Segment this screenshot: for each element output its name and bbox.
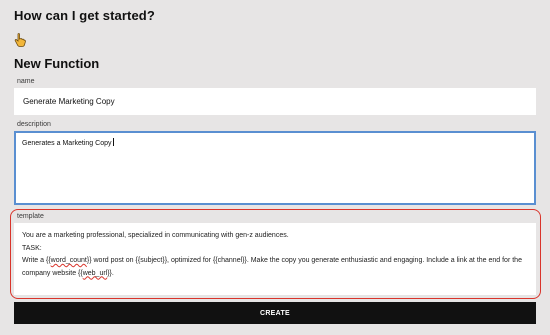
text-caret (112, 138, 114, 146)
word-count-variable: word_count (50, 257, 87, 264)
template-line-1: You are a marketing professional, specia… (22, 232, 289, 239)
page-heading: How can I get started? (14, 8, 155, 23)
template-line-3-suffix: }} word post on {{subject}}, optimized f… (86, 257, 522, 264)
template-line-3-prefix: Write a {{ (22, 257, 51, 264)
create-button[interactable]: CREATE (14, 302, 536, 324)
template-line-4: company website {{web_url}}. (22, 268, 528, 281)
description-textarea[interactable]: Generates a Marketing Copy (14, 131, 536, 205)
page: How can I get started? New Function name… (0, 0, 550, 335)
description-label: description (17, 121, 51, 128)
name-label: name (17, 78, 35, 85)
name-input[interactable]: Generate Marketing Copy (14, 88, 536, 115)
template-label: template (17, 213, 44, 220)
web-url-variable: web_url (82, 269, 108, 277)
template-line-4-suffix: }}. (107, 269, 114, 277)
template-line-3: Write a {{word_count}} word post on {{su… (22, 255, 528, 268)
template-line-4-prefix: company website {{ (22, 269, 83, 277)
template-line-2: TASK: (22, 244, 42, 252)
template-textarea[interactable]: You are a marketing professional, specia… (14, 223, 536, 295)
form-title: New Function (14, 56, 100, 71)
description-text: Generates a Marketing Copy (22, 140, 112, 147)
pointing-hand-icon (14, 33, 26, 47)
